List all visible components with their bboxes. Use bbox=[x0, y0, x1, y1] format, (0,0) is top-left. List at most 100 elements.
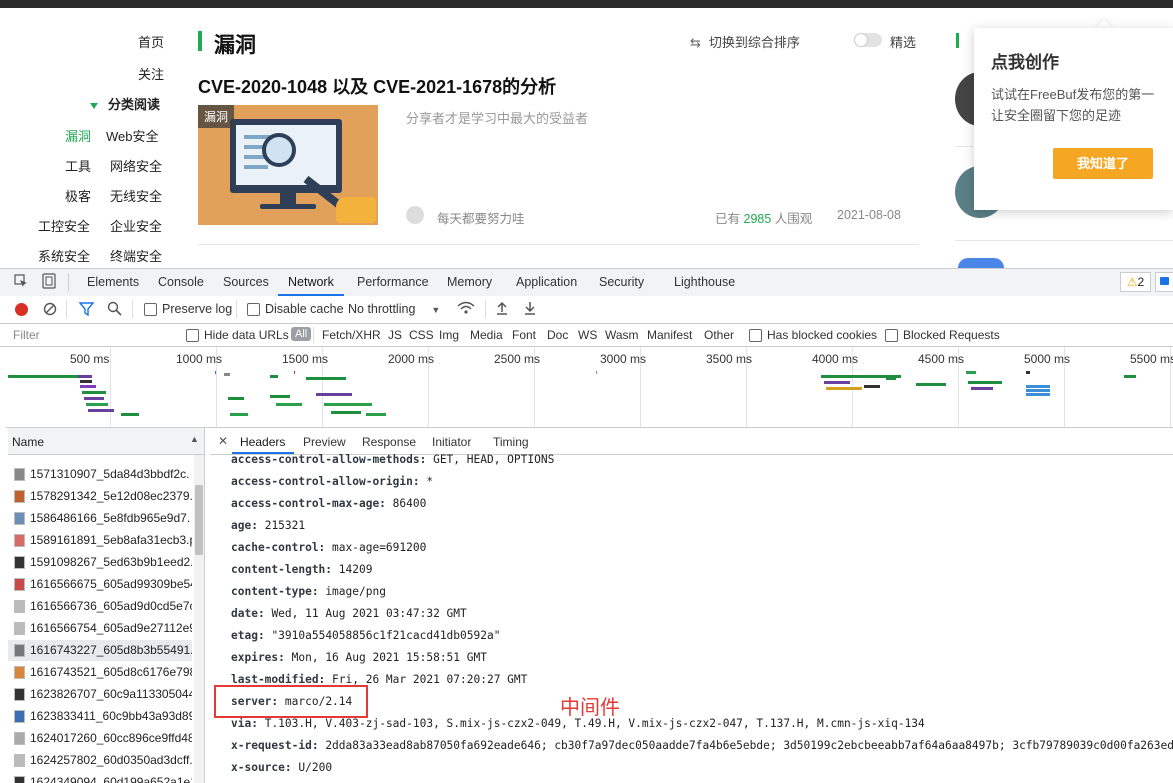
nav-cat-enterprise[interactable]: 企业安全 bbox=[110, 216, 162, 235]
blocked-requests-label: Blocked Requests bbox=[903, 328, 1000, 342]
clear-icon[interactable] bbox=[43, 302, 57, 316]
request-row[interactable]: 1589161891_5eb8afa31ecb3.p bbox=[8, 530, 192, 551]
nav-home[interactable]: 首页 bbox=[138, 32, 164, 51]
filter-ws[interactable]: WS bbox=[578, 328, 597, 342]
tab-elements[interactable]: Elements bbox=[87, 275, 139, 289]
disable-cache-checkbox[interactable] bbox=[247, 303, 260, 316]
waterfall-bar bbox=[1026, 393, 1050, 396]
filter-font[interactable]: Font bbox=[512, 328, 536, 342]
filter-fetch-xhr[interactable]: Fetch/XHR bbox=[322, 328, 381, 342]
header-value: 86400 bbox=[392, 497, 427, 510]
import-har-icon[interactable] bbox=[496, 301, 508, 315]
nav-cat-vuln[interactable]: 漏洞 bbox=[65, 126, 91, 145]
nav-follow[interactable]: 关注 bbox=[138, 64, 164, 83]
search-icon[interactable] bbox=[107, 301, 122, 316]
image-file-icon bbox=[14, 732, 25, 745]
tab-preview[interactable]: Preview bbox=[303, 435, 346, 449]
close-icon[interactable]: ✕ bbox=[218, 434, 228, 448]
request-row[interactable]: 1616743227_605d8b3b55491. bbox=[8, 640, 192, 661]
user-avatar[interactable] bbox=[958, 258, 1004, 268]
warning-badge[interactable]: ⚠2 bbox=[1120, 272, 1151, 292]
article-thumbnail[interactable]: 漏洞 bbox=[198, 105, 378, 225]
tab-security[interactable]: Security bbox=[599, 275, 644, 289]
filter-img[interactable]: Img bbox=[439, 328, 459, 342]
author-avatar[interactable] bbox=[406, 206, 424, 224]
waterfall-bar bbox=[224, 373, 230, 376]
request-detail-tabs: ✕ Headers Preview Response Initiator Tim… bbox=[210, 428, 1173, 455]
tab-initiator[interactable]: Initiator bbox=[432, 435, 471, 449]
request-name: 1623826707_60c9a113305044 bbox=[30, 687, 192, 701]
filter-media[interactable]: Media bbox=[470, 328, 503, 342]
filter-manifest[interactable]: Manifest bbox=[647, 328, 692, 342]
author-name[interactable]: 每天都要努力哇 bbox=[437, 208, 525, 227]
request-row[interactable]: 1624257802_60d0350ad3dcff. bbox=[8, 750, 192, 771]
request-list-scrollbar[interactable] bbox=[194, 455, 204, 783]
filter-icon[interactable] bbox=[78, 302, 95, 317]
header-value: GET, HEAD, OPTIONS bbox=[433, 453, 555, 466]
tab-application[interactable]: Application bbox=[516, 275, 577, 289]
request-row[interactable]: 1616566736_605ad9d0cd5e7c bbox=[8, 596, 192, 617]
request-row[interactable]: 1571310907_5da84d3bbdf2c. bbox=[8, 464, 192, 485]
has-blocked-cookies-checkbox[interactable] bbox=[749, 329, 762, 342]
sort-switch[interactable]: ⇆ 切换到综合排序 bbox=[690, 32, 800, 51]
throttling-select[interactable]: No throttling ▼ bbox=[348, 302, 440, 316]
response-header-line: access-control-allow-methods: GET, HEAD,… bbox=[231, 453, 554, 466]
tab-memory[interactable]: Memory bbox=[447, 275, 492, 289]
request-row[interactable]: 1623826707_60c9a113305044 bbox=[8, 684, 192, 705]
tab-headers[interactable]: Headers bbox=[240, 435, 285, 449]
nav-category-reading[interactable]: 分类阅读 bbox=[90, 94, 160, 113]
response-header-line: access-control-allow-origin: * bbox=[231, 475, 433, 488]
request-row[interactable]: 1616566754_605ad9e27112e9 bbox=[8, 618, 192, 639]
nav-cat-endpoint[interactable]: 终端安全 bbox=[110, 246, 162, 265]
request-row[interactable]: 1586486166_5e8fdb965e9d7. bbox=[8, 508, 192, 529]
tab-lighthouse[interactable]: Lighthouse bbox=[674, 275, 735, 289]
nav-cat-tools[interactable]: 工具 bbox=[65, 156, 91, 175]
filter-bar: Filter Hide data URLs All Fetch/XHR JS C… bbox=[0, 324, 1173, 347]
request-row[interactable]: 1616566675_605ad99309be54 bbox=[8, 574, 192, 595]
hide-data-urls-label: Hide data URLs bbox=[204, 328, 289, 342]
request-row[interactable]: 1624017260_60cc896ce9ffd48 bbox=[8, 728, 192, 749]
request-row[interactable]: 1623833411_60c9bb43a93d89 bbox=[8, 706, 192, 727]
image-file-icon bbox=[14, 512, 25, 525]
filter-all-chip[interactable]: All bbox=[291, 327, 312, 341]
request-row[interactable]: 1591098267_5ed63b9b1eed2. bbox=[8, 552, 192, 573]
filter-other[interactable]: Other bbox=[704, 328, 734, 342]
waterfall-bar bbox=[215, 371, 216, 374]
nav-cat-system[interactable]: 系统安全 bbox=[38, 246, 90, 265]
request-row[interactable]: 1624349094_60d199a652a1e1 bbox=[8, 772, 192, 783]
tab-timing[interactable]: Timing bbox=[493, 435, 529, 449]
article-title[interactable]: CVE-2020-1048 以及 CVE-2021-1678的分析 bbox=[198, 73, 556, 99]
filter-doc[interactable]: Doc bbox=[547, 328, 568, 342]
nav-cat-geek[interactable]: 极客 bbox=[65, 186, 91, 205]
tab-response[interactable]: Response bbox=[362, 435, 416, 449]
nav-cat-wireless[interactable]: 无线安全 bbox=[110, 186, 162, 205]
filter-input[interactable]: Filter bbox=[13, 328, 40, 342]
network-conditions-icon[interactable] bbox=[457, 301, 475, 315]
filter-css[interactable]: CSS bbox=[409, 328, 434, 342]
request-row[interactable]: 1578291342_5e12d08ec2379. bbox=[8, 486, 192, 507]
record-icon[interactable] bbox=[15, 303, 28, 316]
tab-sources[interactable]: Sources bbox=[223, 275, 269, 289]
tab-performance[interactable]: Performance bbox=[357, 275, 429, 289]
filter-wasm[interactable]: Wasm bbox=[605, 328, 639, 342]
request-row[interactable]: 1616743521_605d8c6176e798 bbox=[8, 662, 192, 683]
scrollbar-thumb[interactable] bbox=[195, 485, 203, 555]
preserve-log-checkbox[interactable] bbox=[144, 303, 157, 316]
nav-cat-network[interactable]: 网络安全 bbox=[110, 156, 162, 175]
network-overview-timeline[interactable]: 500 ms 1000 ms 1500 ms 2000 ms 2500 ms 3000 m… bbox=[6, 347, 1173, 428]
blocked-requests-checkbox[interactable] bbox=[885, 329, 898, 342]
network-toolbar: Preserve log Disable cache No throttling… bbox=[0, 296, 1173, 324]
nav-cat-ics[interactable]: 工控安全 bbox=[38, 216, 90, 235]
tab-console[interactable]: Console bbox=[158, 275, 204, 289]
device-toolbar-icon[interactable] bbox=[42, 273, 56, 289]
name-column-header[interactable]: Name ▲ bbox=[8, 428, 204, 455]
tab-network[interactable]: Network bbox=[288, 275, 334, 289]
popup-confirm-button[interactable]: 我知道了 bbox=[1053, 148, 1153, 179]
hide-data-urls-checkbox[interactable] bbox=[186, 329, 199, 342]
featured-toggle[interactable] bbox=[854, 33, 882, 47]
message-badge[interactable] bbox=[1155, 272, 1173, 292]
nav-cat-web[interactable]: Web安全 bbox=[106, 126, 159, 145]
filter-js[interactable]: JS bbox=[388, 328, 402, 342]
export-har-icon[interactable] bbox=[524, 301, 536, 315]
inspect-element-icon[interactable] bbox=[14, 274, 28, 288]
